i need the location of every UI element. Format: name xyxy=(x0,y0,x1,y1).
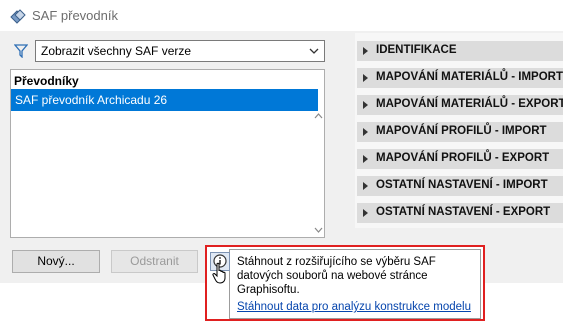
saf-app-icon xyxy=(10,9,26,24)
tooltip-text: Stáhnout z rozšiřujícího se výběru SAF d… xyxy=(237,256,436,296)
download-tooltip-highlight: Stáhnout z rozšiřujícího se výběru SAF d… xyxy=(205,245,485,321)
expand-arrow-icon xyxy=(363,101,368,109)
new-button[interactable]: Nový... xyxy=(12,250,100,273)
expand-arrow-icon xyxy=(363,47,368,55)
expand-arrow-icon xyxy=(363,128,368,136)
scroll-up-icon[interactable] xyxy=(313,111,324,121)
expand-arrow-icon xyxy=(363,209,368,217)
section-label: OSTATNÍ NASTAVENÍ - EXPORT xyxy=(376,206,551,218)
chevron-down-icon xyxy=(309,48,319,54)
list-item[interactable]: SAF převodník Archicadu 26 xyxy=(11,89,318,111)
section-label: MAPOVÁNÍ PROFILŮ - IMPORT xyxy=(376,125,547,137)
list-item-label: SAF převodník Archicadu 26 xyxy=(15,93,168,107)
section-other-settings-import[interactable]: OSTATNÍ NASTAVENÍ - IMPORT xyxy=(357,176,563,196)
converters-list: Převodníky SAF převodník Archicadu 26 xyxy=(10,69,325,238)
section-material-mapping-export[interactable]: MAPOVÁNÍ MATERIÁLŮ - EXPORT xyxy=(357,95,563,115)
scroll-down-icon[interactable] xyxy=(313,225,324,235)
section-label: MAPOVÁNÍ MATERIÁLŮ - EXPORT xyxy=(376,98,563,110)
download-data-link[interactable]: Stáhnout data pro analýzu konstrukce mod… xyxy=(237,301,471,313)
expand-arrow-icon xyxy=(363,182,368,190)
list-scrollbar[interactable] xyxy=(313,111,324,237)
section-label: OSTATNÍ NASTAVENÍ - IMPORT xyxy=(376,179,548,191)
section-label: IDENTIFIKACE xyxy=(376,44,457,56)
section-other-settings-export[interactable]: OSTATNÍ NASTAVENÍ - EXPORT xyxy=(357,203,563,223)
expand-arrow-icon xyxy=(363,155,368,163)
section-profile-mapping-export[interactable]: MAPOVÁNÍ PROFILŮ - EXPORT xyxy=(357,149,563,169)
hand-cursor-icon xyxy=(212,262,226,284)
download-tooltip: Stáhnout z rozšiřujícího se výběru SAF d… xyxy=(229,249,481,319)
converters-list-header: Převodníky xyxy=(14,74,79,88)
saf-version-select[interactable]: Zobrazit všechny SAF verze xyxy=(35,40,325,62)
section-identifikace[interactable]: IDENTIFIKACE xyxy=(357,41,563,61)
saf-version-select-value: Zobrazit všechny SAF verze xyxy=(41,44,192,58)
section-profile-mapping-import[interactable]: MAPOVÁNÍ PROFILŮ - IMPORT xyxy=(357,122,563,142)
window-title: SAF převodník xyxy=(32,8,118,23)
filter-icon[interactable] xyxy=(14,44,28,58)
section-label: MAPOVÁNÍ MATERIÁLŮ - IMPORT xyxy=(376,71,563,83)
section-material-mapping-import[interactable]: MAPOVÁNÍ MATERIÁLŮ - IMPORT xyxy=(357,68,563,88)
expand-arrow-icon xyxy=(363,74,368,82)
section-label: MAPOVÁNÍ PROFILŮ - EXPORT xyxy=(376,152,550,164)
remove-button[interactable]: Odstranit xyxy=(111,250,198,273)
